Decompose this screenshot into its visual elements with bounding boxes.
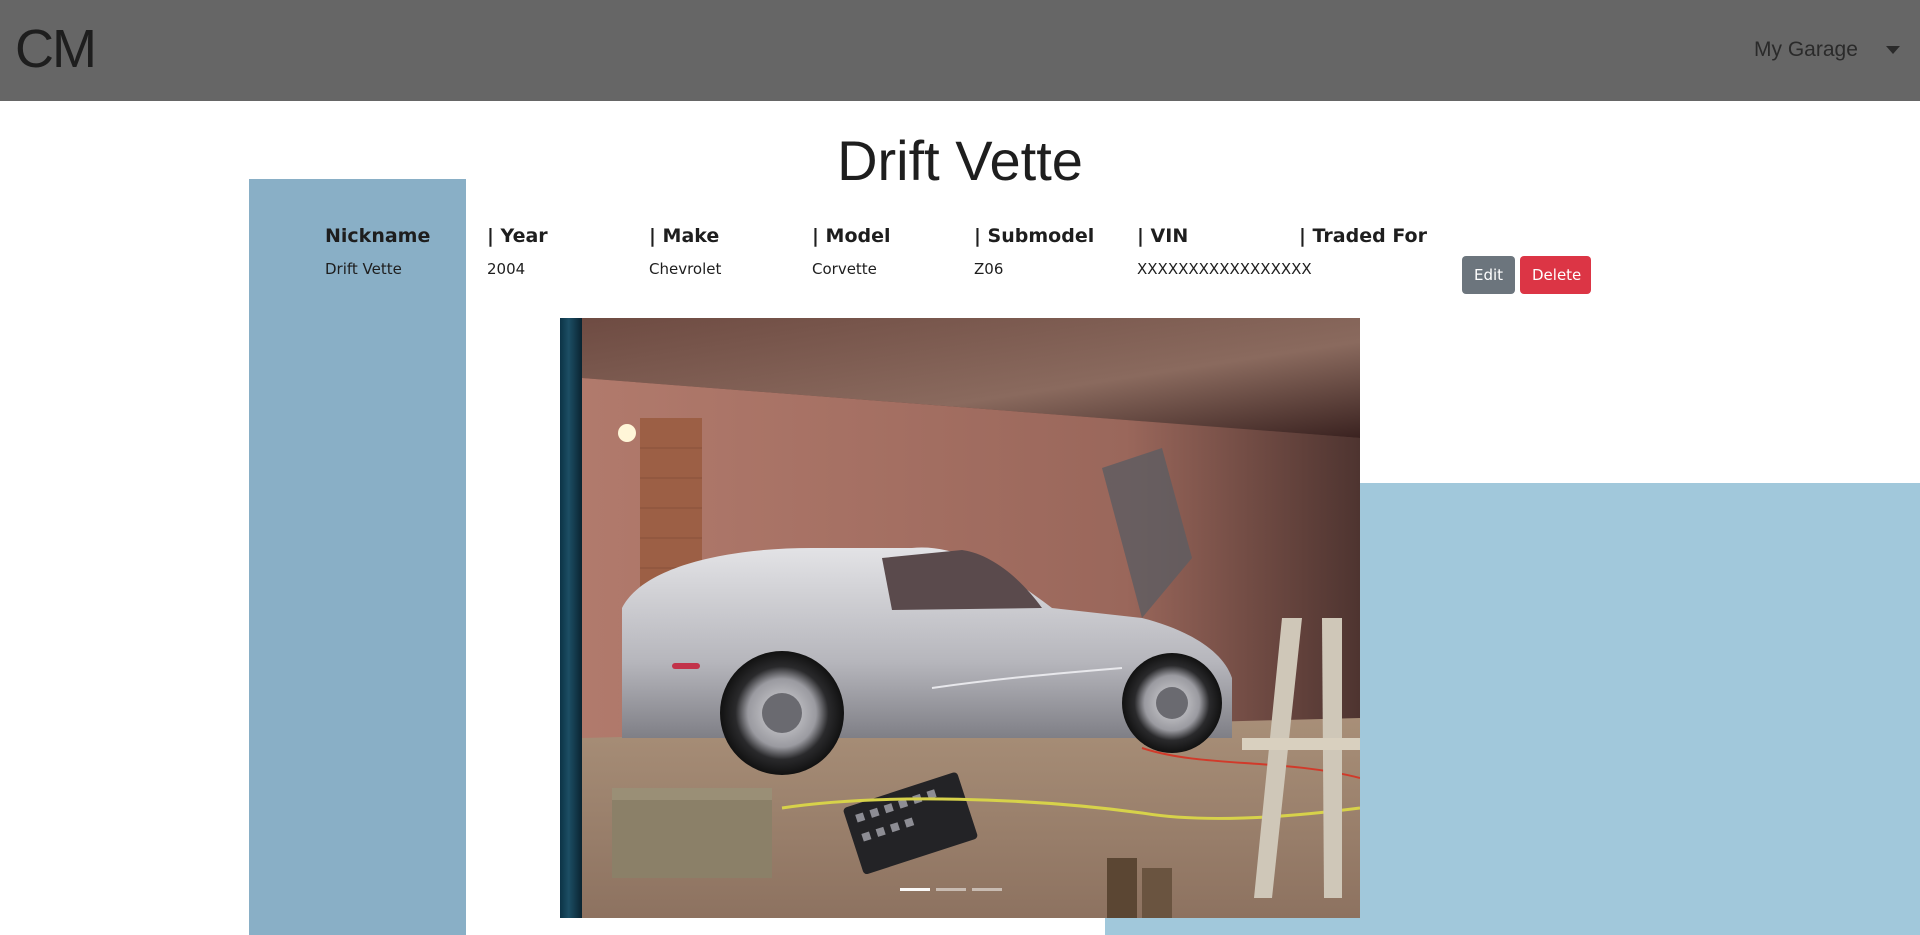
my-garage-label: My Garage — [1754, 38, 1858, 61]
value-year: 2004 — [487, 260, 526, 278]
header-year: | Year — [487, 225, 548, 247]
header-traded-for: | Traded For — [1299, 225, 1427, 247]
photo-carousel[interactable] — [560, 318, 1360, 918]
delete-button[interactable]: Delete — [1520, 256, 1591, 294]
value-submodel: Z06 — [974, 260, 1004, 278]
brand-logo[interactable]: CM — [15, 18, 97, 80]
chevron-down-icon — [1885, 46, 1900, 54]
car-photo — [582, 318, 1360, 918]
carousel-indicator-3[interactable] — [972, 888, 1002, 891]
my-garage-dropdown[interactable]: My Garage — [1754, 38, 1900, 62]
header-make: | Make — [649, 225, 720, 247]
value-make: Chevrolet — [649, 260, 722, 278]
navbar: CM My Garage — [0, 0, 1920, 101]
previous-slide-peek[interactable] — [560, 318, 582, 918]
carousel-indicator-2[interactable] — [936, 888, 966, 891]
value-vin: XXXXXXXXXXXXXXXXX — [1137, 260, 1312, 278]
header-model: | Model — [812, 225, 891, 247]
value-model: Corvette — [812, 260, 877, 278]
header-submodel: | Submodel — [974, 225, 1095, 247]
carousel-indicators — [900, 888, 1002, 891]
edit-button[interactable]: Edit — [1462, 256, 1515, 294]
header-vin: | VIN — [1137, 225, 1189, 247]
value-nickname: Drift Vette — [325, 260, 402, 278]
carousel-indicator-1[interactable] — [900, 888, 930, 891]
left-sidebar-panel — [249, 179, 466, 935]
page-title: Drift Vette — [837, 129, 1083, 192]
header-nickname: Nickname — [325, 225, 431, 247]
